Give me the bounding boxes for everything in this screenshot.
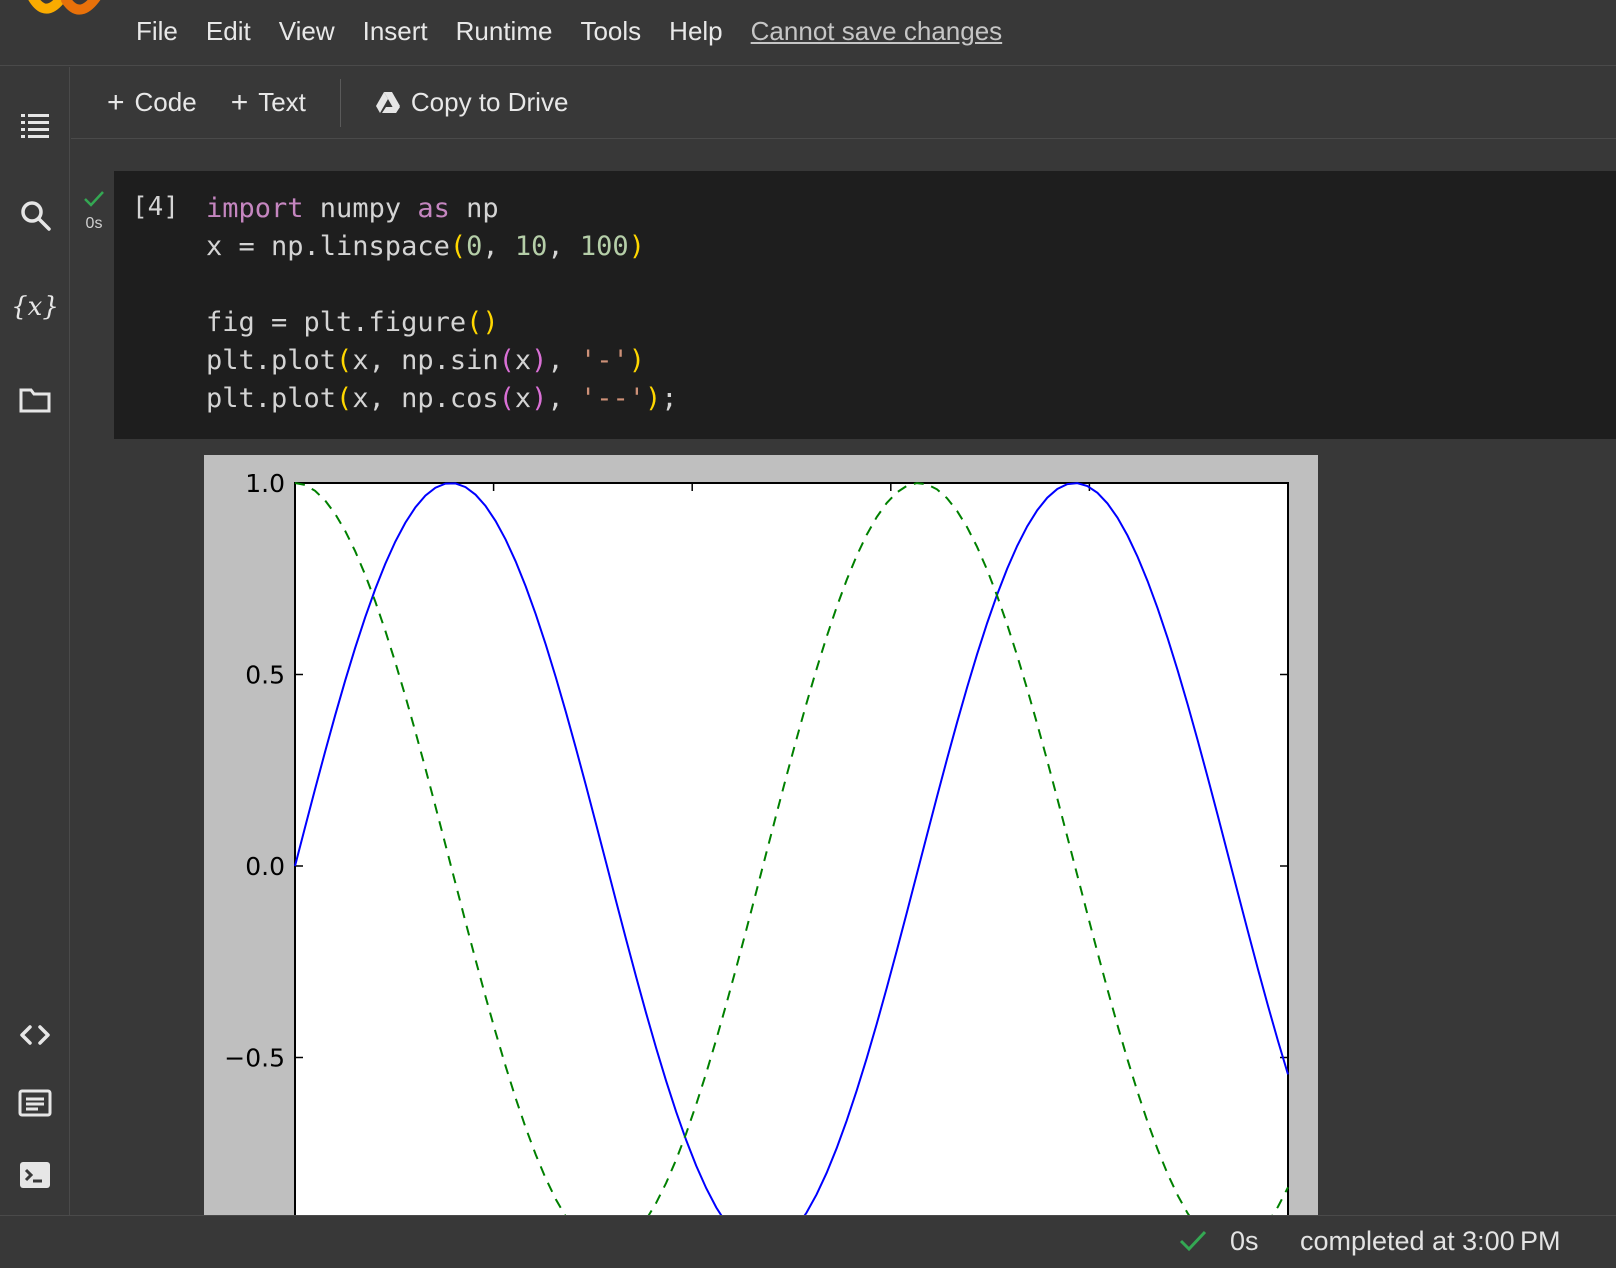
menu-file[interactable]: File [136,16,178,47]
menu-bar: File Edit View Insert Runtime Tools Help… [0,0,1616,66]
left-sidebar: {x} [0,67,70,1215]
command-palette-icon[interactable] [17,1085,53,1121]
notebook-toolbar: + Code + Text Copy to Drive [71,67,1616,139]
execution-count: [4] [132,192,179,222]
variables-icon[interactable]: {x} [11,289,59,325]
add-text-label: Text [258,87,306,117]
add-code-label: Code [134,87,197,117]
code-snippets-icon[interactable] [17,1017,53,1053]
code-line-6: plt.plot(x, np.cos(x), '--'); [206,383,678,414]
status-run-time: 0s [1230,1226,1259,1256]
code-line-4: fig = plt.figure() [206,307,499,338]
folder-icon[interactable] [17,381,53,417]
code-line-1: import numpy as np [206,193,499,224]
status-bar: 0s completed at 3:00 PM [0,1215,1616,1268]
menu-insert[interactable]: Insert [363,16,428,47]
drive-icon [375,91,400,113]
y-tick-label: 0.5 [245,661,285,690]
y-tick-label: −0.5 [224,1044,285,1073]
main-menu: File Edit View Insert Runtime Tools Help… [136,16,1002,47]
search-icon[interactable] [17,197,53,233]
cell-run-status[interactable]: 0s [78,190,110,233]
check-icon [1179,1230,1207,1252]
toolbar-divider [339,78,341,127]
table-of-contents-icon[interactable] [17,107,53,143]
plus-icon: + [107,85,125,119]
code-line-5: plt.plot(x, np.sin(x), '-') [206,345,645,376]
line-chart: 1.0 0.5 0.0 −0.5 [224,469,1289,1215]
save-status-link[interactable]: Cannot save changes [751,16,1003,47]
menu-runtime[interactable]: Runtime [456,16,553,47]
check-icon [84,191,104,207]
code-line-2: x = np.linspace(0, 10, 100) [206,231,645,262]
cell-run-time: 0s [85,215,103,232]
cell-output-plot: 1.0 0.5 0.0 −0.5 [204,455,1318,1215]
menu-view[interactable]: View [279,16,335,47]
colab-logo[interactable] [20,0,110,24]
menu-edit[interactable]: Edit [206,16,251,47]
copy-to-drive-label: Copy to Drive [410,87,569,117]
code-editor[interactable]: import numpy as np x = np.linspace(0, 10,… [206,190,678,418]
menu-tools[interactable]: Tools [580,16,641,47]
plot-area [294,482,1289,1215]
y-tick-label: 1.0 [245,469,285,498]
y-tick-label: 0.0 [245,852,285,881]
add-code-button[interactable]: + Code [107,87,197,118]
add-text-button[interactable]: + Text [231,87,306,118]
terminal-icon[interactable] [17,1157,53,1193]
plus-icon: + [230,85,249,119]
status-completed-text: completed at 3:00 PM [1300,1226,1561,1256]
variables-icon-label: {x} [11,292,59,322]
copy-to-drive-button[interactable]: Copy to Drive [375,87,569,118]
menu-help[interactable]: Help [669,16,722,47]
